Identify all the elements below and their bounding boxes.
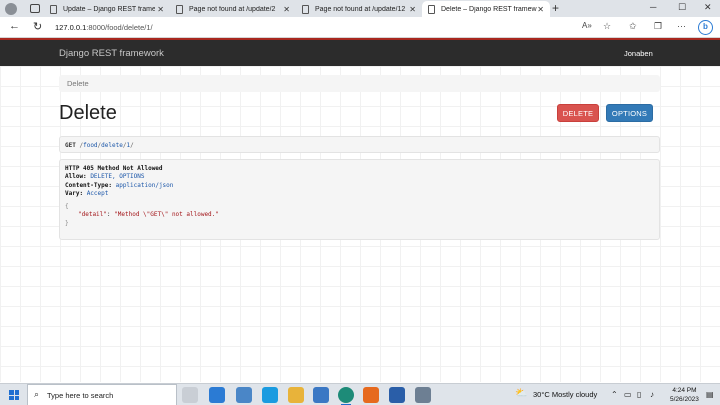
close-icon[interactable]: ✕	[537, 5, 544, 14]
windows-start-icon[interactable]	[9, 390, 19, 400]
header-value-allow: DELETE, OPTIONS	[90, 173, 145, 181]
close-icon[interactable]: ✕	[409, 5, 416, 14]
drf-navbar: Django REST framework Jonaben	[0, 38, 720, 66]
bing-icon[interactable]: b	[698, 20, 713, 35]
header-name: Allow:	[65, 173, 87, 181]
close-icon[interactable]: ✕	[283, 5, 290, 14]
page-icon	[302, 4, 309, 14]
delete-button[interactable]: DELETE	[557, 104, 599, 122]
response-info: HTTP 405 Method Not Allowed Allow: DELET…	[59, 159, 660, 240]
path-segment-delete[interactable]: delete	[101, 142, 123, 149]
breadcrumb-item-delete[interactable]: Delete	[67, 79, 89, 88]
header-value-content-type: application/json	[115, 181, 174, 189]
tab-title: Delete – Django REST framework	[441, 5, 537, 13]
mail-icon[interactable]	[209, 387, 225, 403]
minimize-icon[interactable]: ─	[650, 2, 656, 12]
task-view-icon[interactable]	[182, 387, 198, 403]
response-status: HTTP 405 Method Not Allowed	[65, 165, 163, 172]
system-clock[interactable]: 4:24 PM 5/26/2023	[670, 386, 699, 404]
close-icon[interactable]: ✕	[157, 5, 164, 14]
url-host: 127.0.0.1	[55, 23, 87, 32]
page-icon	[50, 4, 57, 14]
add-favorite-icon[interactable]: ☆	[603, 21, 611, 32]
battery-icon[interactable]: ▯	[637, 390, 641, 399]
tab-actions-icon[interactable]	[30, 4, 40, 13]
url-path: :8000/food/delete/1/	[86, 23, 153, 32]
address-toolbar: ← ↻ 127.0.0.1:8000/food/delete/1/ A» ☆ ✩…	[0, 17, 720, 38]
browser-tab-not-found-12[interactable]: Page not found at /update/12 ✕	[296, 1, 422, 17]
new-tab-icon[interactable]: +	[552, 1, 559, 15]
url-field[interactable]: 127.0.0.1:8000/food/delete/1/	[55, 23, 153, 32]
json-close-brace: }	[65, 219, 69, 227]
photos-icon[interactable]	[236, 387, 252, 403]
header-name: Content-Type:	[65, 181, 112, 189]
path-segment-food[interactable]: food	[83, 142, 97, 149]
notifications-icon[interactable]: ▤	[706, 390, 714, 399]
browser-tab-update[interactable]: Update – Django REST framewor ✕	[44, 1, 170, 17]
weather-icon[interactable]: ⛅	[515, 388, 527, 399]
windows-taskbar: ⌕ Type here to search ⛅ 30°C Mostly clou…	[0, 383, 720, 405]
chevron-up-icon[interactable]: ⌃	[611, 390, 618, 399]
clock-date: 5/26/2023	[670, 396, 699, 403]
taskbar-search[interactable]: ⌕ Type here to search	[27, 384, 177, 405]
header-name: Vary:	[65, 189, 84, 197]
store-icon[interactable]	[313, 387, 329, 403]
request-method: GET	[65, 142, 76, 149]
header-value-vary: Accept	[86, 189, 109, 197]
search-icon: ⌕	[34, 389, 40, 399]
tab-title: Page not found at /update/12	[315, 5, 406, 13]
clock-time: 4:24 PM	[672, 387, 697, 394]
favorites-icon[interactable]: ✩	[629, 21, 637, 32]
browser-tab-delete[interactable]: Delete – Django REST framework ✕	[422, 1, 550, 17]
app-window-icon[interactable]	[415, 387, 431, 403]
skype-icon[interactable]	[262, 387, 278, 403]
back-arrow-icon[interactable]: ←	[9, 20, 20, 32]
maximize-icon[interactable]: ☐	[678, 2, 686, 13]
request-info: GET /food/delete/1/	[59, 136, 660, 153]
volume-icon[interactable]: ♪	[650, 390, 654, 399]
browser-tab-not-found-2[interactable]: Page not found at /update/2 ✕	[170, 1, 296, 17]
page-icon	[428, 4, 435, 14]
tab-title: Update – Django REST framewor	[63, 5, 155, 13]
word-icon[interactable]	[389, 387, 405, 403]
options-button[interactable]: OPTIONS	[606, 104, 653, 122]
brand-link[interactable]: Django REST framework	[59, 48, 164, 59]
vlc-icon[interactable]	[363, 387, 379, 403]
page-icon	[176, 4, 183, 14]
more-icon[interactable]: ···	[677, 21, 686, 31]
refresh-icon[interactable]: ↻	[33, 20, 42, 33]
search-placeholder: Type here to search	[47, 391, 114, 400]
path-separator: /	[130, 142, 134, 149]
network-icon[interactable]: ▭	[624, 390, 632, 399]
json-value-detail: "Method \"GET\" not allowed."	[114, 211, 219, 219]
tab-title: Page not found at /update/2	[189, 5, 276, 13]
breadcrumb: Delete	[59, 75, 660, 92]
user-menu[interactable]: Jonaben	[624, 49, 653, 58]
page-title: Delete	[59, 102, 117, 124]
edge-icon[interactable]	[338, 387, 354, 405]
weather-text[interactable]: 30°C Mostly cloudy	[533, 390, 597, 399]
json-key-detail: "detail"	[78, 211, 107, 219]
json-open-brace: {	[65, 203, 69, 211]
read-aloud-icon[interactable]: A»	[582, 21, 592, 30]
file-explorer-icon[interactable]	[288, 387, 304, 403]
collections-icon[interactable]: ❐	[654, 21, 662, 32]
profile-icon[interactable]	[5, 2, 17, 15]
close-window-icon[interactable]: ✕	[704, 2, 712, 13]
